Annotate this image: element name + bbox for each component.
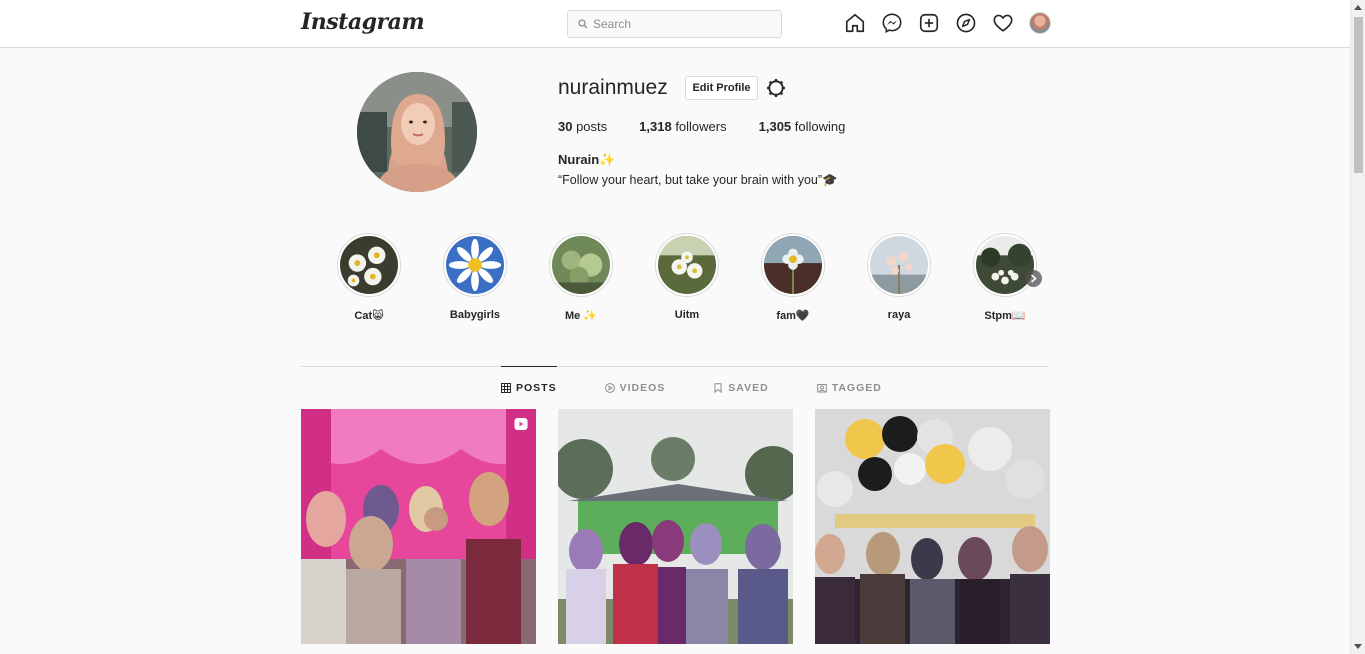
highlight-item[interactable]: fam🖤 bbox=[761, 233, 825, 322]
highlight-cover bbox=[658, 236, 716, 294]
home-icon[interactable] bbox=[844, 12, 866, 34]
highlight-cover-ring bbox=[761, 233, 825, 297]
profile-bio: “Follow your heart, but take your brain … bbox=[558, 173, 838, 187]
highlight-label: Uitm bbox=[674, 309, 700, 321]
posts-count: 30 bbox=[558, 119, 573, 134]
posts-grid bbox=[301, 409, 1072, 644]
profile-full-name: Nurain✨ bbox=[558, 152, 616, 167]
bookmark-icon bbox=[714, 382, 722, 393]
highlight-cover bbox=[870, 236, 928, 294]
highlight-cover-ring bbox=[973, 233, 1037, 297]
tab-videos[interactable]: VIDEOS bbox=[604, 366, 666, 408]
search-input[interactable]: Search bbox=[567, 10, 782, 38]
scroll-down-arrow-icon[interactable] bbox=[1354, 644, 1362, 649]
post-thumbnail[interactable] bbox=[301, 409, 536, 644]
highlight-label: Stpm📖 bbox=[984, 310, 1026, 322]
tab-posts-label: POSTS bbox=[516, 381, 557, 394]
highlight-cover bbox=[764, 236, 822, 294]
reel-icon bbox=[514, 418, 528, 430]
highlight-item[interactable]: Me ✨ bbox=[549, 233, 613, 322]
grid-icon bbox=[501, 382, 511, 393]
scroll-thumb[interactable] bbox=[1354, 17, 1363, 173]
following-label: following bbox=[791, 119, 846, 134]
highlights-next-arrow-icon[interactable] bbox=[1025, 270, 1042, 287]
following-count: 1,305 bbox=[758, 119, 792, 134]
highlight-cover bbox=[340, 236, 398, 294]
play-icon bbox=[604, 382, 615, 393]
highlight-item[interactable]: Cat😸 bbox=[337, 233, 401, 322]
new-post-icon[interactable] bbox=[918, 12, 940, 34]
scroll-up-arrow-icon[interactable] bbox=[1354, 5, 1362, 10]
edit-profile-button[interactable]: Edit Profile bbox=[685, 76, 758, 100]
highlight-cover bbox=[976, 236, 1034, 294]
posts-label: posts bbox=[572, 119, 608, 134]
tab-saved[interactable]: SAVED bbox=[713, 366, 768, 408]
followers-label: followers bbox=[671, 119, 727, 134]
highlight-item[interactable]: Babygirls bbox=[443, 233, 507, 322]
post-thumbnail[interactable] bbox=[815, 409, 1050, 644]
explore-icon[interactable] bbox=[955, 12, 977, 34]
page-scrollbar[interactable] bbox=[1350, 0, 1365, 654]
highlight-cover-ring bbox=[867, 233, 931, 297]
post-image bbox=[301, 409, 536, 644]
highlight-item[interactable]: Uitm bbox=[655, 233, 719, 322]
settings-gear-icon[interactable] bbox=[765, 77, 787, 99]
highlight-item[interactable]: raya bbox=[867, 233, 931, 322]
story-highlights: Cat😸 Babygirls Me ✨ Uitm fam🖤 raya Stpm📖 bbox=[337, 233, 1079, 322]
highlight-label: raya bbox=[887, 309, 911, 321]
profile-picture[interactable] bbox=[357, 72, 477, 192]
highlight-cover-ring bbox=[655, 233, 719, 297]
nav-icon-group bbox=[844, 12, 1051, 34]
tab-videos-label: VIDEOS bbox=[619, 381, 666, 394]
followers-stat[interactable]: 1,318 followers bbox=[639, 119, 726, 134]
profile-avatar[interactable] bbox=[1029, 12, 1051, 34]
highlight-label: Me ✨ bbox=[564, 310, 598, 322]
highlight-label: fam🖤 bbox=[776, 310, 810, 322]
highlight-cover-ring bbox=[443, 233, 507, 297]
posts-stat: 30 posts bbox=[558, 119, 607, 134]
profile-tabs: POSTS VIDEOS SAVED TAGGED bbox=[501, 366, 930, 408]
messenger-icon[interactable] bbox=[881, 12, 903, 34]
top-navigation-bar: Instagram Search bbox=[0, 0, 1350, 48]
search-placeholder: Search bbox=[593, 17, 632, 31]
tab-tagged[interactable]: TAGGED bbox=[816, 366, 882, 408]
post-thumbnail[interactable] bbox=[558, 409, 793, 644]
tag-icon bbox=[816, 383, 827, 392]
tab-posts[interactable]: POSTS bbox=[501, 366, 557, 408]
highlight-label: Cat😸 bbox=[354, 310, 384, 322]
followers-count: 1,318 bbox=[639, 119, 672, 134]
highlight-cover bbox=[552, 236, 610, 294]
post-image bbox=[558, 409, 793, 644]
highlight-cover bbox=[446, 236, 504, 294]
following-stat[interactable]: 1,305 following bbox=[759, 119, 846, 134]
activity-heart-icon[interactable] bbox=[992, 12, 1014, 34]
post-image bbox=[815, 409, 1050, 644]
highlight-cover-ring bbox=[549, 233, 613, 297]
tab-tagged-label: TAGGED bbox=[831, 381, 882, 394]
highlight-cover-ring bbox=[337, 233, 401, 297]
profile-stats: 30 posts 1,318 followers 1,305 following bbox=[558, 119, 877, 134]
tab-saved-label: SAVED bbox=[728, 381, 769, 394]
instagram-logo[interactable]: Instagram bbox=[301, 9, 425, 35]
highlight-label: Babygirls bbox=[449, 309, 501, 321]
profile-username: nurainmuez bbox=[558, 76, 668, 99]
search-icon bbox=[578, 19, 588, 29]
